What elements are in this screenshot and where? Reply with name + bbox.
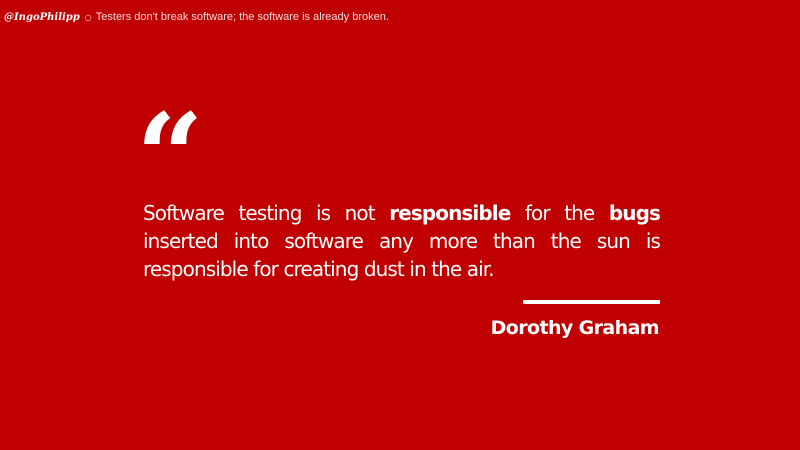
quote-segment: Software testing is not [143,201,390,225]
quote-author: Dorothy Graham [490,317,660,339]
separator-circle-icon: ○ [84,12,92,22]
quote-segment: for the [510,201,609,225]
quotation-mark-icon: “ [136,87,204,226]
quote-emphasis-bugs: bugs [608,201,661,225]
quote-emphasis-responsible: responsible [389,201,511,225]
header-bar: @IngoPhilipp ○ Testers don't break softw… [4,10,389,24]
header-tagline: Testers don't break software; the softwa… [95,11,389,23]
twitter-handle: @IngoPhilipp [4,11,80,23]
quote-slide: @IngoPhilipp ○ Testers don't break softw… [0,0,800,450]
quote-text: Software testing is not responsible for … [143,199,661,283]
quote-segment: inserted into software any more than the… [143,229,661,281]
author-divider [523,300,660,304]
